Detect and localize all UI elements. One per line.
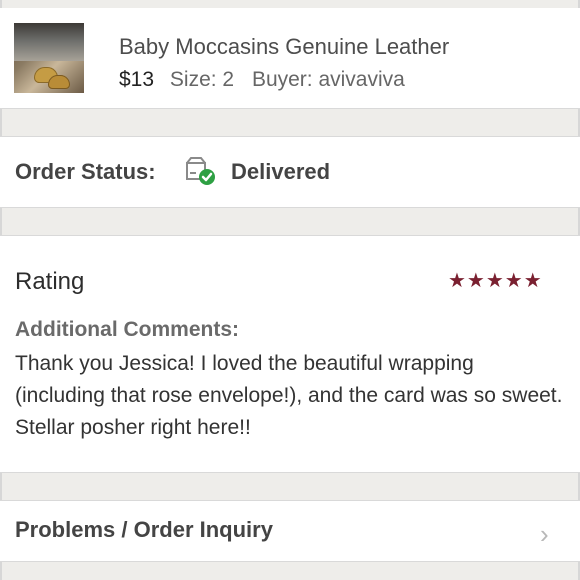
rating-card: Rating ★★★★★ Additional Comments: Thank …	[0, 235, 580, 473]
order-status-value: Delivered	[231, 159, 331, 184]
moccasin-shape	[48, 75, 70, 89]
order-status-card: Order Status: Delivered	[0, 136, 580, 208]
delivered-box-check-icon	[185, 155, 217, 187]
product-title: Baby Moccasins Genuine Leather	[119, 34, 450, 59]
product-thumbnail[interactable]	[14, 23, 84, 93]
comments-text: Thank you Jessica! I loved the beautiful…	[15, 352, 563, 439]
product-price: $13	[119, 68, 155, 91]
buyer-name: Buyer: avivaviva	[251, 68, 405, 91]
product-meta: $13 Size: 2 Buyer: avivaviva	[119, 68, 405, 92]
thumbnail-background	[14, 23, 84, 61]
product-card[interactable]: Baby Moccasins Genuine Leather $13 Size:…	[0, 8, 580, 109]
product-size: Size: 2	[169, 68, 235, 91]
rating-title: Rating	[15, 268, 85, 295]
order-status-label: Order Status:	[15, 159, 156, 184]
chevron-right-icon: ›	[540, 519, 549, 549]
problems-inquiry-row[interactable]: Problems / Order Inquiry ›	[0, 500, 580, 562]
problems-label: Problems / Order Inquiry	[15, 517, 273, 542]
rating-stars: ★★★★★	[448, 270, 543, 292]
comments-label: Additional Comments:	[15, 318, 239, 341]
